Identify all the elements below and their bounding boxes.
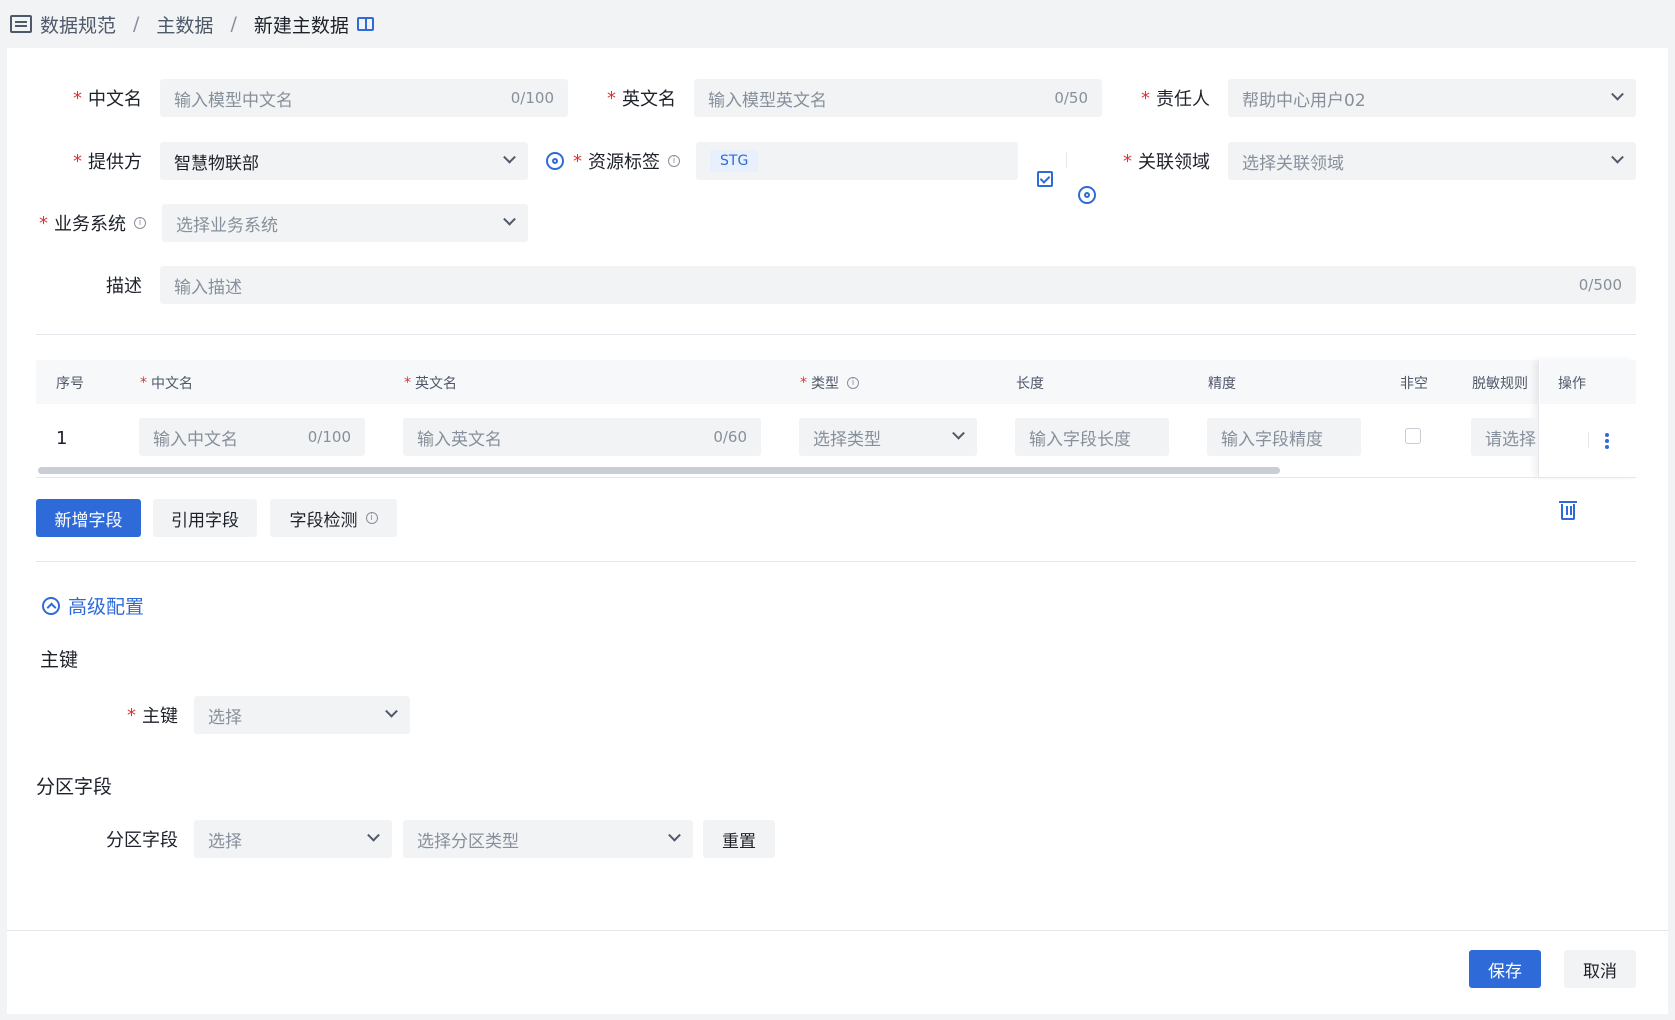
row-mask-select[interactable]: 请选择 xyxy=(1471,418,1538,456)
chevron-down-icon xyxy=(503,212,516,226)
en-name-input[interactable]: 输入模型英文名 0/50 xyxy=(694,79,1102,117)
col-precision: 精度 xyxy=(1208,376,1236,392)
col-ops: 操作 xyxy=(1558,376,1586,392)
row-index: 1 xyxy=(56,428,68,449)
biz-system-label: * 业务系统 i xyxy=(30,204,146,242)
ops-header-bg xyxy=(1540,360,1636,404)
more-icon[interactable] xyxy=(1605,439,1609,443)
cn-name-label: * 中文名 xyxy=(73,87,142,111)
domain-label: * 关联领域 xyxy=(1123,150,1210,174)
breadcrumb-item[interactable]: 数据规范 xyxy=(40,11,116,38)
pk-select[interactable]: 选择 xyxy=(194,696,410,734)
resource-tag-input[interactable]: STG xyxy=(696,142,1018,180)
save-button[interactable]: 保存 xyxy=(1469,950,1541,988)
divider xyxy=(1588,432,1589,448)
partition-section-title: 分区字段 xyxy=(36,776,113,798)
book-icon[interactable] xyxy=(356,17,374,31)
row-length-input[interactable]: 输入字段长度 xyxy=(1015,418,1169,456)
owner-select[interactable]: 帮助中心用户02 xyxy=(1228,79,1636,117)
col-type: * 类型 i xyxy=(800,372,859,394)
tag-chip: STG xyxy=(710,150,759,172)
domain-select[interactable]: 选择关联领域 xyxy=(1228,142,1636,180)
chevron-down-icon xyxy=(952,426,965,440)
col-mask: 脱敏规则 xyxy=(1472,376,1528,392)
reference-field-button[interactable]: 引用字段 xyxy=(153,499,257,537)
divider xyxy=(1066,152,1067,168)
col-cn-name: * 中文名 xyxy=(140,375,193,392)
table-bottom-border xyxy=(36,477,1636,478)
advanced-config-toggle[interactable]: 高级配置 xyxy=(42,592,144,619)
col-notnull: 非空 xyxy=(1400,376,1428,392)
chevron-down-icon xyxy=(503,150,516,164)
owner-label: * 责任人 xyxy=(1141,87,1210,111)
delete-icon[interactable] xyxy=(1559,501,1577,520)
partition-type-select[interactable]: 选择分区类型 xyxy=(403,820,693,858)
biz-system-select[interactable]: 选择业务系统 xyxy=(162,204,528,242)
settings-icon[interactable] xyxy=(1078,186,1096,204)
breadcrumb: 数据规范 / 主数据 / 新建主数据 xyxy=(10,10,374,38)
footer-divider xyxy=(7,930,1668,931)
breadcrumb-separator: / xyxy=(133,13,140,35)
info-icon: i xyxy=(668,155,680,167)
chevron-down-icon xyxy=(367,828,380,842)
col-en-name: * 英文名 xyxy=(404,375,457,392)
row-type-select[interactable]: 选择类型 xyxy=(799,418,977,456)
cancel-button[interactable]: 取消 xyxy=(1564,950,1636,988)
chevron-down-icon xyxy=(1611,150,1624,164)
cn-name-input[interactable]: 输入模型中文名 0/100 xyxy=(160,79,568,117)
desc-label: 描述 xyxy=(106,276,142,297)
field-check-button[interactable]: 字段检测 i xyxy=(270,499,397,537)
breadcrumb-current: 新建主数据 xyxy=(253,14,349,37)
catalog-icon xyxy=(10,15,32,33)
desc-textarea[interactable]: 输入描述 0/500 xyxy=(160,266,1636,304)
settings-icon[interactable] xyxy=(546,152,564,170)
partition-label: 分区字段 xyxy=(106,830,178,851)
breadcrumb-separator: / xyxy=(230,13,237,35)
section-divider xyxy=(36,561,1636,562)
breadcrumb-item[interactable]: 主数据 xyxy=(156,11,213,38)
add-field-button[interactable]: 新增字段 xyxy=(36,499,141,537)
en-name-label: * 英文名 xyxy=(607,87,676,111)
row-en-input[interactable]: 输入英文名 0/60 xyxy=(403,418,761,456)
horizontal-scrollbar[interactable] xyxy=(38,467,1280,474)
info-icon: i xyxy=(847,377,859,389)
col-index: 序号 xyxy=(56,376,84,392)
provider-label: * 提供方 xyxy=(73,150,142,174)
provider-select[interactable]: 智慧物联部 xyxy=(160,142,528,180)
row-cn-input[interactable]: 输入中文名 0/100 xyxy=(139,418,365,456)
checkbox-icon[interactable] xyxy=(1037,171,1053,187)
col-length: 长度 xyxy=(1016,376,1044,392)
partition-field-select[interactable]: 选择 xyxy=(194,820,392,858)
info-icon: i xyxy=(365,512,378,524)
chevron-up-circle-icon xyxy=(42,596,60,615)
chevron-down-icon xyxy=(668,828,681,842)
resource-tag-label: * 资源标签 i xyxy=(570,142,680,180)
chevron-down-icon xyxy=(385,704,398,718)
pk-section-title: 主键 xyxy=(40,649,79,671)
pk-label: * 主键 xyxy=(127,704,178,728)
row-notnull-checkbox[interactable] xyxy=(1405,428,1421,444)
row-precision-input[interactable]: 输入字段精度 xyxy=(1207,418,1361,456)
chevron-down-icon xyxy=(1611,87,1624,101)
reset-button[interactable]: 重置 xyxy=(703,820,775,858)
info-icon: i xyxy=(134,217,146,229)
section-divider xyxy=(36,334,1636,335)
